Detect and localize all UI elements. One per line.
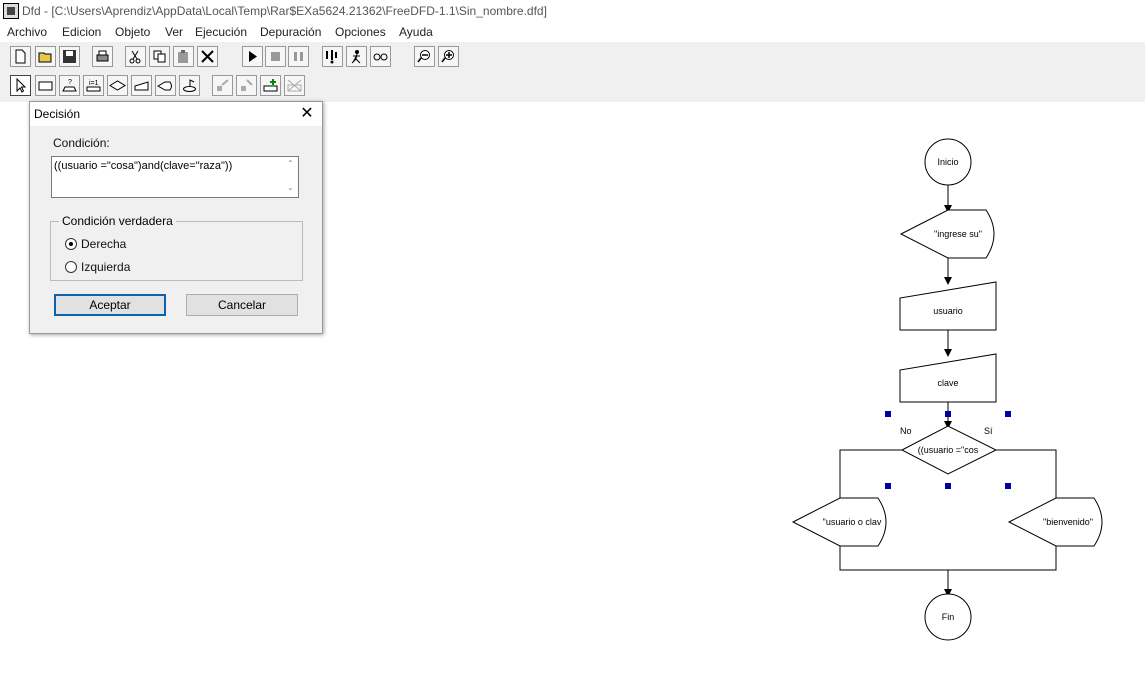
dialog-title: Decisión [34, 107, 81, 121]
condition-value[interactable]: ((usuario ="cosa")and(clave="raza")) [54, 160, 232, 172]
decision-node[interactable]: ((usuario ="cos [900, 425, 998, 475]
output-prompt-label: "ingrese su" [934, 229, 982, 239]
toolbar-area: ? i=1 [0, 42, 1145, 102]
read-clave-label: clave [937, 378, 958, 388]
menu-ver[interactable]: Ver [165, 25, 183, 39]
output-welcome-node[interactable]: "bienvenido" [1007, 497, 1103, 547]
app-icon [3, 3, 19, 19]
scroll-down-icon[interactable]: ⌄ [287, 183, 294, 192]
pause-icon[interactable] [288, 46, 309, 67]
read-clave-node[interactable]: clave [899, 353, 997, 403]
decision-label: ((usuario ="cos [918, 445, 979, 455]
radio-derecha-label[interactable]: Derecha [81, 237, 126, 251]
selection-handle-bottom-left [885, 483, 891, 489]
copy-icon[interactable] [149, 46, 170, 67]
read-usuario-node[interactable]: usuario [899, 281, 997, 331]
assignment-icon[interactable] [35, 75, 56, 96]
selection-handle-bottom [945, 483, 951, 489]
for-loop-icon[interactable]: i=1 [83, 75, 104, 96]
save-disk-icon[interactable] [59, 46, 80, 67]
flowchart-canvas[interactable]: Inicio "ingrese su" usuario clave ((usua… [780, 120, 1120, 660]
output-error-label: "usuario o clav [823, 517, 882, 527]
radio-izquierda-label[interactable]: Izquierda [81, 260, 130, 274]
while-loop-icon[interactable] [179, 75, 200, 96]
output-icon[interactable] [155, 75, 176, 96]
group-title: Condición verdadera [59, 214, 176, 228]
selection-handle-top-right [1005, 411, 1011, 417]
svg-text:i=1: i=1 [89, 80, 99, 87]
print-icon[interactable] [92, 46, 113, 67]
output-error-node[interactable]: "usuario o clav [791, 497, 887, 547]
pointer-icon[interactable] [10, 75, 31, 96]
new-file-icon[interactable] [10, 46, 31, 67]
menu-objeto[interactable]: Objeto [115, 25, 150, 39]
insert-icon[interactable] [260, 75, 281, 96]
window-title: Dfd - [C:\Users\Aprendiz\AppData\Local\T… [22, 4, 547, 18]
menu-ejecucion[interactable]: Ejecución [195, 25, 247, 39]
selection-handle-top-left [885, 411, 891, 417]
start-label: Inicio [937, 157, 958, 167]
textarea-scrollbar[interactable]: ⌃ ⌄ [284, 157, 298, 197]
debug-run-icon[interactable] [346, 46, 367, 67]
menu-bar: Archivo Edicion Objeto Ver Ejecución Dep… [0, 22, 1145, 42]
end-label: Fin [942, 612, 955, 622]
decision-icon[interactable] [107, 75, 128, 96]
read-usuario-label: usuario [933, 306, 963, 316]
menu-archivo[interactable]: Archivo [7, 25, 47, 39]
svg-text:?: ? [68, 79, 72, 86]
true-condition-group: Condición verdadera Derecha Izquierda [50, 214, 303, 281]
open-folder-icon[interactable] [35, 46, 56, 67]
output-welcome-label: "bienvenido" [1043, 517, 1093, 527]
cut-icon[interactable] [125, 46, 146, 67]
output-prompt-node[interactable]: "ingrese su" [899, 209, 995, 259]
title-bar: Dfd - [C:\Users\Aprendiz\AppData\Local\T… [0, 0, 1145, 22]
read-icon[interactable]: ? [59, 75, 80, 96]
dialog-header: Decisión ✕ [30, 102, 322, 126]
yes-label: Sí [984, 426, 993, 436]
start-node[interactable]: Inicio [924, 138, 972, 186]
input-icon[interactable] [131, 75, 152, 96]
cancel-button[interactable]: Cancelar [186, 294, 298, 316]
watch-icon[interactable] [370, 46, 391, 67]
zoom-out-icon[interactable] [414, 46, 435, 67]
disabled-tool-2-icon[interactable] [236, 75, 257, 96]
disabled-tool-1-icon[interactable] [212, 75, 233, 96]
no-label: No [900, 426, 912, 436]
selection-handle-top [945, 411, 951, 417]
condition-input[interactable]: ((usuario ="cosa")and(clave="raza")) ⌃ ⌄ [51, 156, 299, 198]
paste-icon[interactable] [173, 46, 194, 67]
end-node[interactable]: Fin [924, 593, 972, 641]
run-icon[interactable] [242, 46, 263, 67]
condition-label: Condición: [53, 136, 110, 150]
menu-depuracion[interactable]: Depuración [260, 25, 321, 39]
stop-icon[interactable] [265, 46, 286, 67]
menu-edicion[interactable]: Edicion [62, 25, 101, 39]
radio-derecha[interactable] [65, 238, 77, 250]
scroll-up-icon[interactable]: ⌃ [287, 159, 294, 168]
close-icon[interactable]: ✕ [298, 105, 316, 123]
radio-izquierda[interactable] [65, 261, 77, 273]
zoom-in-icon[interactable] [438, 46, 459, 67]
menu-opciones[interactable]: Opciones [335, 25, 386, 39]
disabled-delete-icon[interactable] [284, 75, 305, 96]
decision-dialog: Decisión ✕ Condición: ((usuario ="cosa")… [29, 101, 323, 334]
selection-handle-bottom-right [1005, 483, 1011, 489]
menu-ayuda[interactable]: Ayuda [399, 25, 433, 39]
accept-button[interactable]: Aceptar [54, 294, 166, 316]
delete-icon[interactable] [197, 46, 218, 67]
step-icon[interactable] [322, 46, 343, 67]
